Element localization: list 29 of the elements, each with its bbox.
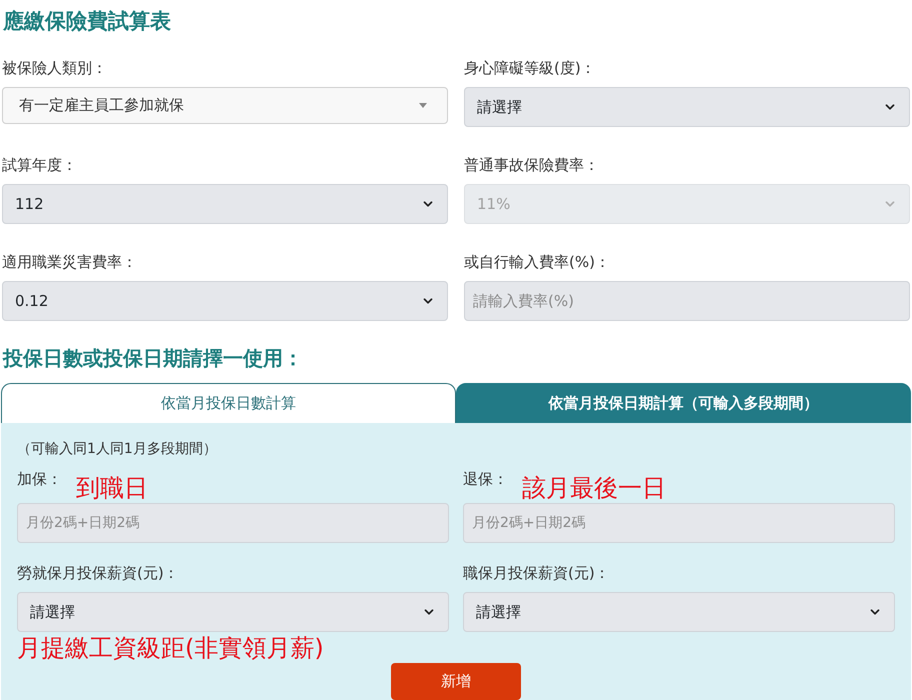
add-button[interactable]: 新增 bbox=[391, 663, 521, 700]
field-label: 職保月投保薪資(元)： bbox=[463, 563, 611, 583]
input-field[interactable]: 月份2碼+日期2碼 bbox=[463, 503, 895, 543]
field-label: 被保險人類別： bbox=[2, 58, 108, 78]
annotation-text: 到職日 bbox=[76, 474, 148, 502]
select-field[interactable]: 請選擇 bbox=[17, 592, 449, 632]
caret-icon bbox=[419, 103, 427, 108]
field-label: 勞就保月投保薪資(元)： bbox=[17, 563, 180, 583]
field-label: 試算年度： bbox=[2, 155, 78, 175]
input-field[interactable]: 月份2碼+日期2碼 bbox=[17, 503, 449, 543]
page-title: 應繳保險費試算表 bbox=[2, 8, 172, 35]
field-label: 普通事故保險費率： bbox=[464, 155, 600, 175]
select-field[interactable]: 有一定雇主員工參加就保 bbox=[2, 87, 448, 124]
field-label: 加保： bbox=[17, 469, 62, 489]
field-label: 適用職業災害費率： bbox=[2, 252, 138, 272]
annotation-text: 月提繳工資級距(非實領月薪) bbox=[17, 633, 325, 663]
select-field[interactable]: 112 bbox=[2, 184, 448, 224]
annotation-text: 該月最後一日 bbox=[522, 474, 666, 502]
select-field[interactable]: 請選擇 bbox=[463, 592, 895, 632]
field-label: 或自行輸入費率(%)： bbox=[464, 252, 611, 272]
tab[interactable]: 依當月投保日數計算 bbox=[1, 383, 456, 423]
field-label: 退保： bbox=[463, 469, 508, 489]
select-field[interactable]: 0.12 bbox=[2, 281, 448, 321]
tab[interactable]: 依當月投保日期計算（可輸入多段期間） bbox=[456, 383, 911, 423]
select-field[interactable]: 請選擇 bbox=[464, 87, 910, 127]
note-text: （可輸入同1人同1月多段期間） bbox=[17, 440, 218, 459]
section-heading: 投保日數或投保日期請擇一使用： bbox=[2, 345, 304, 372]
field-label: 身心障礙等級(度)： bbox=[464, 58, 597, 78]
input-field[interactable]: 請輸入費率(%) bbox=[464, 281, 910, 321]
